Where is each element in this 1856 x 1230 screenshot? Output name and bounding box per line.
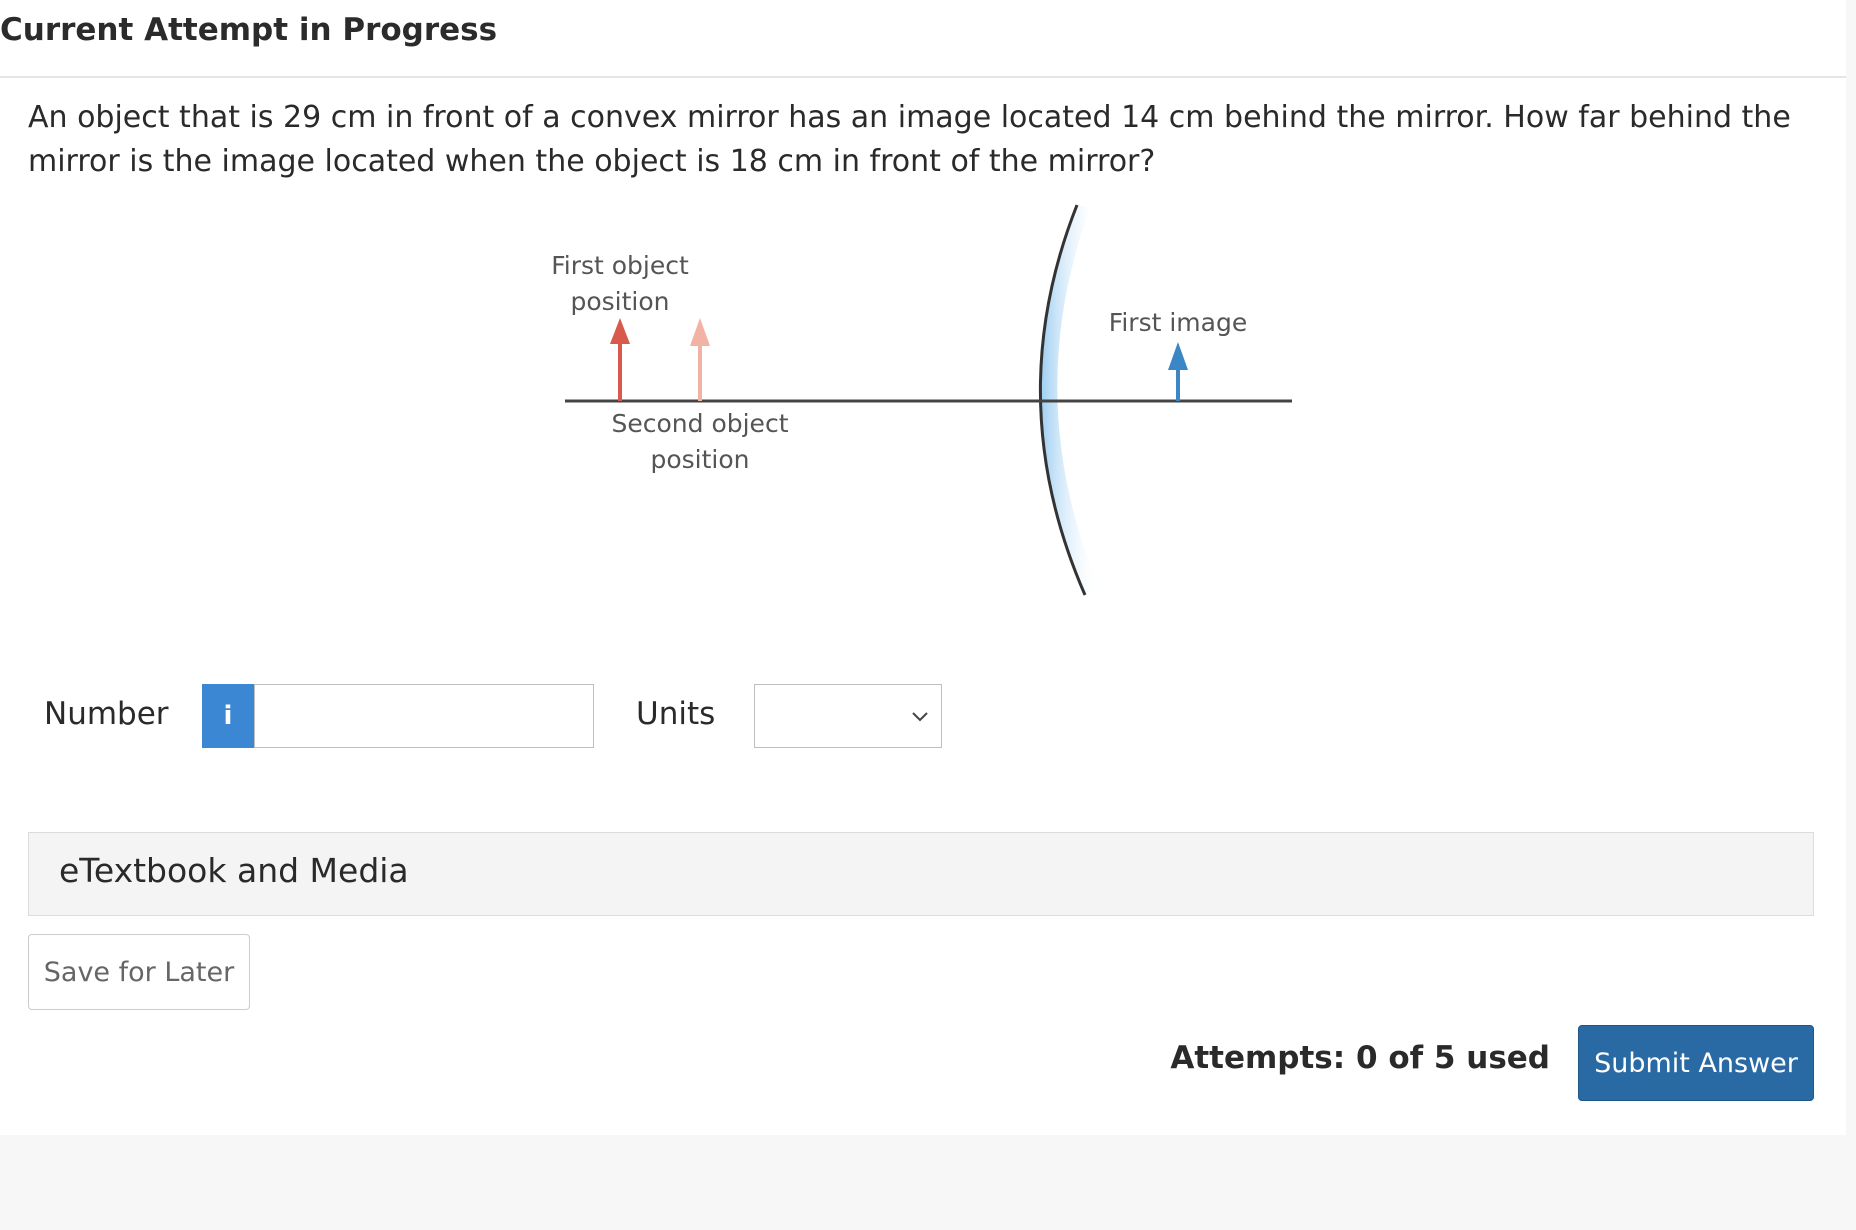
question-panel: Current Attempt in Progress An object th… bbox=[0, 0, 1846, 1135]
page-title: Current Attempt in Progress bbox=[0, 12, 498, 48]
etextbook-media-section[interactable]: eTextbook and Media bbox=[28, 832, 1814, 916]
submit-answer-button[interactable]: Submit Answer bbox=[1578, 1025, 1814, 1101]
second-object-label-line1: Second object bbox=[612, 409, 789, 438]
chevron-down-icon bbox=[912, 712, 928, 722]
first-image-label: First image bbox=[1109, 308, 1247, 337]
second-object-arrow bbox=[690, 318, 710, 401]
number-label: Number bbox=[44, 696, 169, 732]
convex-mirror-diagram: First object position Second object posi… bbox=[551, 204, 1292, 596]
number-input[interactable] bbox=[254, 684, 594, 748]
save-for-later-button[interactable]: Save for Later bbox=[28, 934, 250, 1010]
first-object-label-line1: First object bbox=[551, 251, 689, 280]
header-divider bbox=[0, 76, 1846, 78]
units-label: Units bbox=[636, 696, 716, 732]
etextbook-media-label: eTextbook and Media bbox=[59, 851, 409, 890]
info-icon[interactable]: i bbox=[202, 684, 254, 748]
first-image-arrow bbox=[1168, 342, 1188, 401]
units-select[interactable] bbox=[754, 684, 942, 748]
first-object-label-line2: position bbox=[570, 287, 669, 316]
first-object-arrow bbox=[610, 318, 630, 401]
attempts-counter: Attempts: 0 of 5 used bbox=[1170, 1040, 1550, 1076]
question-text: An object that is 29 cm in front of a co… bbox=[28, 100, 1791, 179]
second-object-label-line2: position bbox=[650, 445, 749, 474]
